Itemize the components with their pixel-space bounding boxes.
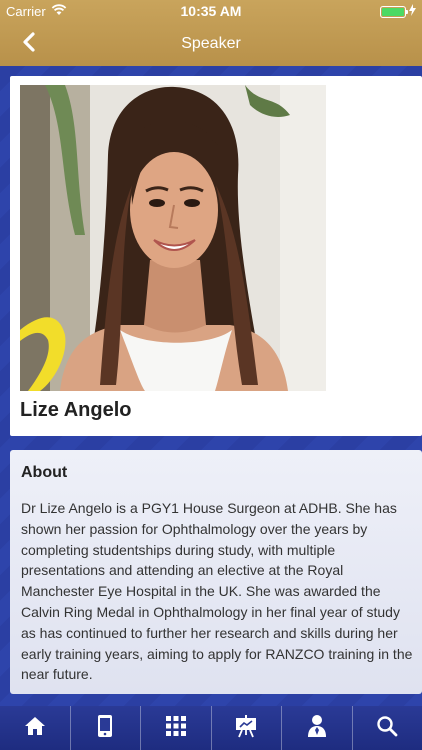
about-text: Dr Lize Angelo is a PGY1 House Surgeon a… — [21, 500, 413, 683]
battery-level — [382, 7, 404, 16]
tab-speakers[interactable] — [281, 706, 352, 750]
nav-bar: Speaker — [0, 22, 422, 66]
tab-presentations[interactable] — [210, 706, 282, 750]
status-time: 10:35 AM — [180, 3, 242, 19]
status-right — [380, 4, 416, 19]
about-card: About Dr Lize Angelo is a PGY1 House Sur… — [10, 450, 422, 694]
mobile-device-icon — [97, 714, 113, 743]
speaker-person-icon — [306, 714, 328, 743]
battery-icon — [380, 5, 408, 18]
tab-device[interactable] — [69, 706, 141, 750]
about-heading: About — [21, 464, 68, 481]
tab-search[interactable] — [351, 706, 422, 750]
speaker-photo — [20, 85, 326, 391]
header: Carrier 10:35 AM Speaker — [0, 0, 422, 66]
speaker-profile-card: Lize Angelo — [10, 76, 422, 436]
tab-home[interactable] — [0, 706, 70, 750]
status-bar: Carrier 10:35 AM — [0, 0, 422, 22]
tab-grid[interactable] — [140, 706, 211, 750]
presentation-board-icon — [234, 714, 258, 743]
search-icon — [376, 715, 398, 742]
page-title: Speaker — [181, 35, 241, 52]
tab-bar — [0, 706, 422, 750]
charging-bolt-icon — [409, 4, 416, 19]
home-icon — [24, 715, 46, 742]
speaker-name: Lize Angelo — [20, 399, 132, 421]
grid-icon — [165, 715, 187, 742]
